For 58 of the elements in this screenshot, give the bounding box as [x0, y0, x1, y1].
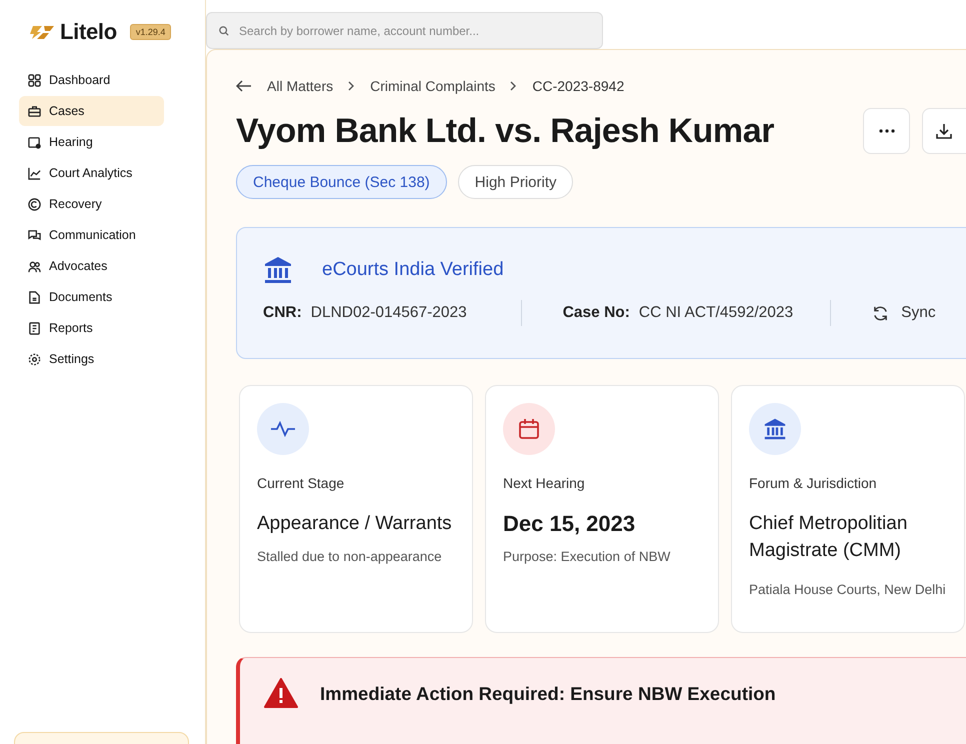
back-arrow-icon[interactable] — [236, 80, 252, 92]
field-label: CNR: — [263, 304, 302, 322]
tag: High Priority — [458, 165, 574, 199]
card-value: Chief Metropolitian Magistrate (CMM) — [749, 512, 908, 563]
sidebar-item[interactable]: Hearing — [19, 127, 164, 157]
card-label: Forum & Jurisdiction — [749, 475, 877, 491]
field-value: CC NI ACT/4592/2023 — [638, 304, 794, 322]
card-label: Current Stage — [257, 475, 344, 491]
nav-icon — [28, 166, 41, 180]
sidebar-item[interactable]: Communication — [19, 220, 164, 250]
sidebar-item[interactable]: Advocates — [19, 251, 164, 281]
breadcrumb-link[interactable]: All Matters — [267, 78, 334, 94]
courthouse-icon — [749, 403, 801, 455]
tag: Cheque Bounce (Sec 138) — [236, 165, 447, 199]
courthouse-icon — [263, 256, 293, 284]
version-badge: v1.29.4 — [130, 24, 172, 40]
search-field[interactable]: Search by borrower name, account number... — [206, 12, 603, 49]
pulse-icon — [257, 403, 309, 455]
sidebar-item[interactable]: Cases — [19, 96, 164, 126]
sidebar-item[interactable]: Dashboard — [19, 65, 164, 95]
calendar-icon — [503, 403, 555, 455]
nav-icon — [28, 136, 41, 148]
card-label: Next Hearing — [503, 475, 585, 491]
verified-title: eCourts India Verified — [322, 259, 504, 281]
download-icon — [935, 122, 953, 140]
alert-title: Immediate Action Required: Ensure NBW Execution — [320, 683, 776, 705]
nav-icon — [28, 322, 41, 334]
sidebar-item[interactable]: Documents — [19, 282, 164, 312]
field-label: Case No: — [562, 304, 630, 322]
sidebar-item[interactable]: Recovery — [19, 189, 164, 219]
lightning-logo-icon — [29, 24, 55, 40]
card-note: Patiala House Courts, New Delhi — [749, 582, 946, 597]
breadcrumb-link[interactable]: CC-2023-8942 — [532, 78, 624, 94]
sidebar-item[interactable]: Court Analytics — [19, 158, 164, 188]
nav-icon — [28, 290, 41, 304]
search-icon — [219, 26, 229, 36]
sidebar-item[interactable]: Settings — [19, 344, 164, 374]
card-value: Dec 15, 2023 — [503, 510, 636, 537]
chevron-icon — [510, 81, 518, 91]
refresh-icon — [872, 304, 890, 322]
more-icon — [878, 129, 894, 133]
brand-name: Litelo — [60, 19, 117, 45]
sync-button[interactable]: Sync — [872, 304, 936, 322]
nav-icon — [28, 198, 41, 210]
case-title: Vyom Bank Ltd. vs. Rajesh Kumar — [236, 112, 776, 150]
nav-icon — [28, 74, 41, 86]
card-note: Stalled due to non-appearance — [257, 549, 442, 564]
nav-icon — [28, 228, 41, 242]
nav-icon — [28, 104, 41, 118]
card-value: Appearance / Warrants — [257, 512, 452, 536]
warning-icon — [264, 678, 298, 708]
sidebar-item[interactable]: Reports — [19, 313, 164, 343]
chevron-icon — [348, 81, 356, 91]
breadcrumb-link[interactable]: Criminal Complaints — [370, 78, 496, 94]
field-value: DLND02-014567-2023 — [310, 304, 467, 322]
card-note: Purpose: Execution of NBW — [503, 549, 670, 564]
nav-icon — [28, 352, 41, 366]
nav-icon — [28, 260, 41, 272]
